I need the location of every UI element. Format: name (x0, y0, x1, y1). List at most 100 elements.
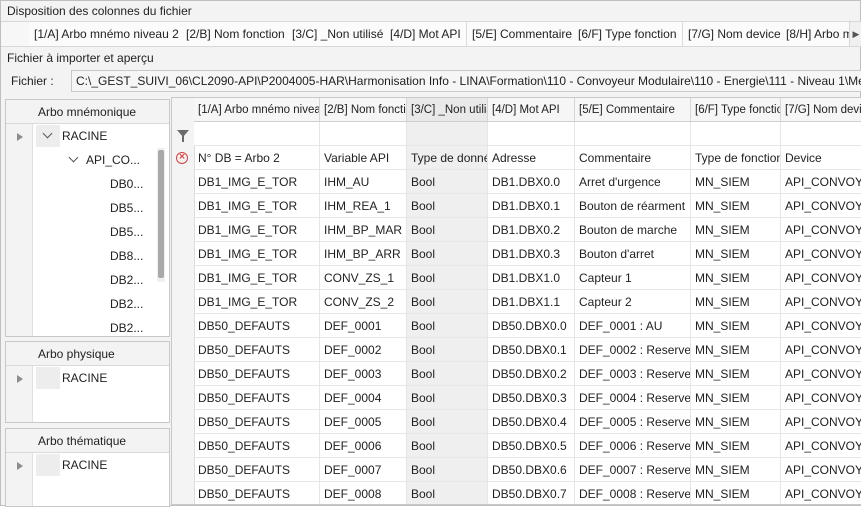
filter-cell[interactable] (691, 122, 781, 146)
column-chip-5[interactable]: [5/E] Commentaire (467, 22, 579, 46)
arbo-cell: DB50_DEFAUTS (194, 458, 320, 482)
function-type-cell: MN_SIEM (691, 362, 781, 386)
device-cell: API_CONVOYEUR (781, 314, 861, 338)
function-type-cell: MN_SIEM (691, 290, 781, 314)
expand-triangle-icon[interactable] (17, 133, 23, 141)
comment-cell: Capteur 2 (575, 290, 691, 314)
column-header[interactable]: [7/G] Nom device (781, 98, 861, 122)
filter-cell[interactable] (575, 122, 691, 146)
mnemonic-tree-gutter (6, 124, 33, 336)
mnemonic-leaf-node[interactable]: DB5... (110, 196, 143, 220)
function-type-cell: MN_SIEM (691, 194, 781, 218)
function-name-cell: DEF_0005 (320, 410, 407, 434)
filter-cell[interactable] (194, 122, 320, 146)
preview-grid: × [1/A] Arbo mnémo niveau 2[2/B] Nom fon… (171, 97, 861, 505)
unused-cell: Bool (407, 170, 488, 194)
column-header[interactable]: [5/E] Commentaire (575, 98, 691, 122)
filter-cell[interactable] (407, 122, 488, 146)
function-name-cell: DEF_0003 (320, 362, 407, 386)
column-chip-8[interactable]: [8/H] Arbo m (781, 22, 859, 46)
file-path-field[interactable]: C:\_GEST_SUIVI_06\CL2090-API\P2004005-HA… (71, 70, 861, 92)
arbo-cell: DB50_DEFAUTS (194, 314, 320, 338)
function-name-cell: IHM_BP_ARR (320, 242, 407, 266)
thematic-tree-header: Arbo thématique (6, 429, 169, 453)
function-type-cell: MN_SIEM (691, 170, 781, 194)
device-cell: API_CONVOYEUR (781, 266, 861, 290)
mnemonic-tree-scrollbar[interactable] (157, 148, 165, 282)
device-cell: API_CONVOYEUR (781, 458, 861, 482)
function-type-cell: Type de fonction (691, 146, 781, 170)
arbo-cell: DB50_DEFAUTS (194, 362, 320, 386)
import-section-title: Fichier à importer et aperçu (7, 51, 154, 65)
function-name-cell: Variable API (320, 146, 407, 170)
unused-cell: Bool (407, 434, 488, 458)
function-type-cell: MN_SIEM (691, 434, 781, 458)
device-cell: API_CONVOYEUR (781, 242, 861, 266)
comment-cell: DEF_0004 : Reserve (575, 386, 691, 410)
unused-cell: Bool (407, 338, 488, 362)
function-type-cell: MN_SIEM (691, 218, 781, 242)
arbo-cell: DB50_DEFAUTS (194, 410, 320, 434)
device-cell: API_CONVOYEUR (781, 290, 861, 314)
column-chip-7[interactable]: [7/G] Nom device (683, 22, 787, 46)
device-cell: API_CONVOYEUR (781, 218, 861, 242)
expand-triangle-icon[interactable] (17, 462, 23, 470)
column-chip-1[interactable]: [1/A] Arbo mnémo niveau 2 (29, 22, 185, 46)
function-name-cell: CONV_ZS_1 (320, 266, 407, 290)
arbo-cell: DB1_IMG_E_TOR (194, 290, 320, 314)
physical-tree-header: Arbo physique (6, 342, 169, 366)
arbo-cell: DB1_IMG_E_TOR (194, 266, 320, 290)
unused-cell: Bool (407, 410, 488, 434)
mnemonic-leaf-node[interactable]: DB5... (110, 220, 143, 244)
function-name-cell: DEF_0007 (320, 458, 407, 482)
mnemonic-tree-panel: Arbo mnémonique RACINE API_CO... DB0... … (5, 99, 170, 337)
physical-root-node[interactable]: RACINE (62, 366, 107, 390)
api-word-cell: DB50.DBX0.6 (488, 458, 575, 482)
column-chip-6[interactable]: [6/F] Type fonction (573, 22, 683, 46)
comment-cell: Bouton de réarment (575, 194, 691, 218)
device-cell: API_CONVOYEUR (781, 410, 861, 434)
comment-cell: DEF_0005 : Reserve (575, 410, 691, 434)
api-word-cell: DB50.DBX0.0 (488, 314, 575, 338)
mnemonic-leaf-node[interactable]: DB8... (110, 244, 143, 268)
thematic-root-node[interactable]: RACINE (62, 453, 107, 477)
filter-icon[interactable] (177, 130, 189, 142)
column-header[interactable]: [4/D] Mot API (488, 98, 575, 122)
arbo-cell: DB50_DEFAUTS (194, 434, 320, 458)
mnemonic-leaf-node[interactable]: DB0... (110, 172, 143, 196)
column-chip-4[interactable]: [4/D] Mot API (385, 22, 467, 46)
expand-triangle-icon[interactable] (17, 375, 23, 383)
device-cell: API_CONVOYEUR (781, 362, 861, 386)
column-header[interactable]: [3/C] _Non utilisé (407, 98, 488, 122)
column-chip-2[interactable]: [2/B] Nom fonction (181, 22, 291, 46)
arbo-cell: DB50_DEFAUTS (194, 386, 320, 410)
function-type-cell: MN_SIEM (691, 386, 781, 410)
column-order-bar: [1/A] Arbo mnémo niveau 2 [2/B] Nom fonc… (1, 21, 861, 47)
unused-cell: Bool (407, 194, 488, 218)
mnemonic-leaf-node[interactable]: DB2... (110, 316, 143, 336)
filter-cell[interactable] (488, 122, 575, 146)
api-word-cell: DB50.DBX0.2 (488, 362, 575, 386)
column-header[interactable]: [6/F] Type fonction (691, 98, 781, 122)
mnemonic-leaf-node[interactable]: DB2... (110, 292, 143, 316)
mnemonic-tree-header: Arbo mnémonique (6, 100, 169, 124)
remove-circle-icon[interactable]: × (176, 152, 188, 164)
unused-cell: Bool (407, 314, 488, 338)
column-header[interactable]: [2/B] Nom fonction (320, 98, 407, 122)
api-word-cell: DB50.DBX0.5 (488, 434, 575, 458)
chevron-down-icon[interactable] (68, 152, 79, 163)
scrollbar-thumb[interactable] (158, 150, 164, 278)
mnemonic-leaf-node[interactable]: DB2... (110, 268, 143, 292)
filter-cell[interactable] (781, 122, 861, 146)
function-type-cell: MN_SIEM (691, 314, 781, 338)
column-chip-3[interactable]: [3/C] _Non utilisé (287, 22, 390, 46)
mnemonic-root-node[interactable]: RACINE (62, 124, 107, 148)
column-header[interactable]: [1/A] Arbo mnémo niveau 2 (194, 98, 320, 122)
device-cell: API_CONVOYEUR (781, 434, 861, 458)
node-box (36, 367, 60, 389)
column-bar-scroll-arrow[interactable]: ▶ (849, 22, 861, 46)
unused-cell: Bool (407, 266, 488, 290)
mnemonic-child-node[interactable]: API_CO... (86, 148, 140, 172)
filter-cell[interactable] (320, 122, 407, 146)
device-cell: API_CONVOYEUR (781, 386, 861, 410)
